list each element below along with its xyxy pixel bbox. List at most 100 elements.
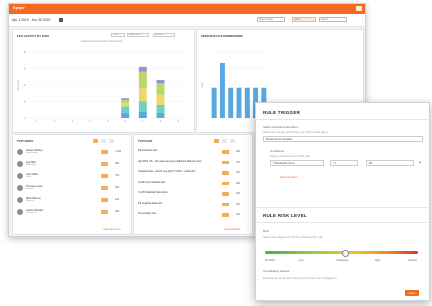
file-name: CCVR Medical Stats.docx	[138, 191, 168, 194]
file-name: PII-medical-data.xlsx	[138, 201, 163, 205]
user-count: 742	[115, 174, 119, 177]
filter-chip[interactable]	[222, 139, 227, 143]
x-tick-label: 6	[124, 120, 126, 123]
avatar	[17, 197, 23, 203]
condition-operator-select[interactable]: >=	[330, 160, 358, 166]
count-badge	[222, 192, 229, 196]
activities-dropdown[interactable]: All Activities	[127, 33, 149, 37]
file-count: 842	[236, 150, 240, 153]
avatar	[17, 185, 23, 191]
rule-trigger-title: RULE TRIGGER	[263, 110, 301, 115]
file-row[interactable]: CCVR Medical Stats.docx 322	[138, 191, 248, 199]
file-row[interactable]: Federal Data - check Log-Q2-FY 2019 - Au…	[138, 170, 248, 178]
user-count: 533	[115, 186, 119, 189]
count-badge	[222, 213, 229, 217]
divider	[255, 119, 428, 120]
file-row[interactable]: Q2-2019 US - 10 Lead sources published-a…	[138, 160, 248, 168]
filter-chip[interactable]	[109, 139, 114, 143]
permission-bar	[211, 87, 217, 118]
user-row[interactable]: Mark Barnes Finance 412	[17, 197, 127, 205]
count-badge	[101, 198, 108, 202]
activity-bar-segment	[121, 99, 130, 104]
user-row[interactable]: James Wesley Engineering 1,284	[17, 149, 127, 157]
notify-label: Immediately Alerted	[263, 269, 290, 273]
activity-bar-segment	[121, 113, 130, 118]
file-row[interactable]: PII-medical-data.xlsx 287	[138, 202, 248, 210]
view-all-users-link[interactable]: View All Users	[103, 227, 121, 231]
date-range[interactable]: Apr 1 2019 - Jun 30 2019	[12, 18, 50, 22]
delete-condition-icon[interactable]: •	[419, 160, 421, 166]
filter-chip[interactable]	[101, 139, 106, 143]
count-badge	[222, 181, 229, 186]
top-files-title: TOP FILES	[138, 139, 153, 143]
activity-bar-segment	[156, 80, 165, 84]
y-tick-label: 20	[23, 84, 26, 87]
activity-bar-segment	[138, 66, 147, 72]
user-count: 412	[115, 198, 119, 201]
top-users-panel: TOP USERS James Wesley Engineering 1,284…	[12, 134, 132, 235]
permission-bar	[244, 87, 250, 118]
file-name: PII-checklist.xlsx	[138, 149, 158, 152]
user-count: 1,284	[115, 150, 121, 153]
filter-chip[interactable]	[93, 139, 98, 143]
x-tick-label: 8	[160, 120, 162, 123]
x-tick-label: 3	[71, 120, 73, 123]
window-icon[interactable]	[356, 6, 362, 11]
users-dropdown[interactable]: Users	[111, 33, 125, 37]
folder-select[interactable]: Select Folder	[257, 17, 285, 22]
date-dropdown[interactable]: By Date	[153, 33, 175, 37]
user-button[interactable]: Admin	[292, 17, 316, 22]
user-row[interactable]: Thomas Lowe Support 533	[17, 185, 127, 193]
activity-bar-segment	[156, 94, 165, 105]
file-name: Federal Data - check Log-Q2-FY 2019 - Au…	[138, 170, 196, 173]
risk-level-label: Low	[298, 258, 304, 262]
notify-help: Receive an email alert the moment this r…	[263, 276, 337, 280]
condition-value-input[interactable]: 50	[366, 160, 414, 166]
user-department: Marketing	[26, 164, 36, 167]
permission-bar	[236, 87, 242, 118]
save-button[interactable]: Save	[405, 290, 419, 296]
top-bar: Egnyte	[9, 4, 365, 14]
file-count: 287	[236, 202, 240, 206]
activity-bar-segment	[121, 98, 130, 100]
file-count: 322	[236, 192, 240, 195]
risk-level-label: Moderate	[336, 258, 349, 262]
file-row[interactable]: Credit Card Details.xlsx 406	[138, 181, 248, 189]
file-count: 617	[236, 160, 240, 164]
activity-chart-title: FILE ACTIVITY BY DATE	[17, 34, 50, 38]
top-users-title: TOP USERS	[17, 139, 34, 143]
add-condition-link[interactable]: Add Condition	[280, 175, 298, 179]
user-row[interactable]: Carlos Mendez Operations 308	[17, 209, 127, 217]
top-files-panel: TOP FILES PII-checklist.xlsx 842 Q2-2019 …	[133, 134, 253, 235]
avatar	[17, 173, 23, 179]
risk-level-label: No Risk	[265, 258, 275, 262]
risk-label: Risk	[263, 229, 269, 233]
y-axis-label: File Count	[17, 79, 20, 90]
y-axis-label: Files	[201, 82, 204, 88]
file-name: Q2-2019 US - 10 Lead sources published-a…	[138, 159, 202, 163]
x-tick-label: 2	[54, 120, 56, 123]
x-tick-label: 9	[177, 120, 179, 123]
count-badge	[222, 171, 229, 175]
user-row[interactable]: Kay Bell Marketing 986	[17, 161, 127, 169]
filter-chip[interactable]	[214, 139, 219, 143]
export-select[interactable]: Export	[319, 17, 347, 22]
condition-field-select[interactable]: Threshold count	[270, 160, 324, 166]
risk-slider-handle[interactable]	[342, 249, 350, 257]
activity-bar-segment	[121, 106, 130, 114]
rule-risk-title: RULE RISK LEVEL	[263, 213, 307, 218]
user-count: 308	[115, 210, 119, 213]
app-logo: Egnyte	[13, 6, 25, 10]
file-name: Credit Card Details.xlsx	[138, 180, 166, 184]
user-row[interactable]: Josh Miles Sales 742	[17, 173, 127, 181]
y-tick-label: 0	[25, 117, 27, 120]
filter-chip[interactable]	[230, 139, 235, 143]
conditions-label: Conditions	[270, 149, 285, 153]
file-row[interactable]: Tax-profiles.xlsx 201	[138, 212, 248, 220]
calendar-icon[interactable]	[59, 18, 63, 22]
file-row[interactable]: PII-checklist.xlsx 842	[138, 149, 248, 157]
view-all-files-link[interactable]: View All Files	[224, 227, 240, 231]
conditions-help: Select parameters for this rule	[270, 154, 311, 158]
user-department: Sales	[26, 176, 32, 179]
trigger-select[interactable]: Documents created	[263, 136, 423, 142]
